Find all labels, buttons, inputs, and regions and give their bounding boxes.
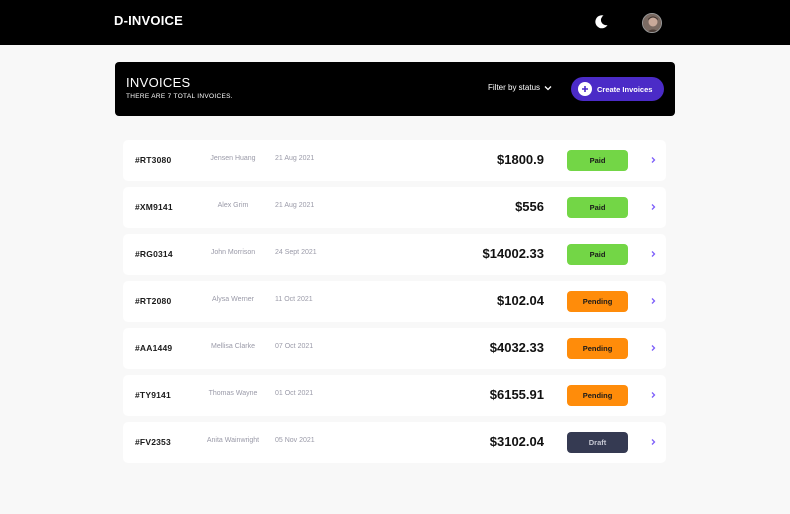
invoice-id: #RT2080	[135, 296, 172, 306]
invoice-row[interactable]: #XM9141 Alex Grim 21 Aug 2021 $556 Paid	[123, 187, 666, 228]
brand-logo[interactable]: D-INVOICE	[114, 13, 183, 28]
invoice-row[interactable]: #TY9141 Thomas Wayne 01 Oct 2021 $6155.9…	[123, 375, 666, 416]
client-name: Alex Grim	[217, 202, 249, 209]
invoice-id: #FV2353	[135, 437, 171, 447]
status-badge: Pending	[567, 385, 628, 406]
status-badge: Paid	[567, 197, 628, 218]
due-date: 21 Aug 2021	[275, 155, 315, 162]
invoices-header: INVOICES THERE ARE 7 TOTAL INVOICES. Fil…	[115, 62, 675, 116]
filter-label: Filter by status	[488, 83, 541, 92]
client-name: Jensen Huang	[210, 155, 256, 162]
create-invoice-button[interactable]: Create Invoices	[571, 77, 664, 101]
invoice-id: #RG0314	[135, 249, 173, 259]
due-date: 05 Nov 2021	[275, 437, 315, 444]
invoice-row[interactable]: #RT3080 Jensen Huang 21 Aug 2021 $1800.9…	[123, 140, 666, 181]
due-date: 11 Oct 2021	[275, 296, 313, 303]
client-name: Alysa Werner	[212, 296, 254, 303]
chevron-right-icon	[651, 392, 656, 398]
chevron-right-icon	[651, 204, 656, 210]
invoice-count-text: THERE ARE 7 TOTAL INVOICES.	[126, 93, 233, 100]
avatar[interactable]	[642, 13, 662, 33]
client-name: Thomas Wayne	[208, 390, 258, 397]
invoice-amount: $3102.04	[489, 434, 544, 449]
client-name: John Morrison	[210, 249, 256, 256]
status-badge: Paid	[567, 150, 628, 171]
chevron-right-icon	[651, 439, 656, 445]
due-date: 21 Aug 2021	[275, 202, 315, 209]
chevron-right-icon	[651, 298, 656, 304]
filter-by-status-dropdown[interactable]: Filter by status	[488, 83, 552, 92]
chevron-right-icon	[651, 157, 656, 163]
due-date: 24 Sept 2021	[275, 249, 317, 256]
due-date: 07 Oct 2021	[275, 343, 314, 350]
status-badge: Pending	[567, 338, 628, 359]
invoice-amount: $6155.91	[489, 387, 544, 402]
create-invoice-label: Create Invoices	[597, 84, 653, 94]
moon-icon[interactable]	[593, 14, 609, 30]
top-navbar: D-INVOICE	[0, 0, 790, 45]
invoice-amount: $4032.33	[489, 340, 544, 355]
invoice-id: #XM9141	[135, 202, 173, 212]
invoice-id: #RT3080	[135, 155, 172, 165]
plus-icon	[578, 82, 592, 96]
invoice-amount: $1800.9	[497, 152, 544, 167]
status-badge: Pending	[567, 291, 628, 312]
page-title: INVOICES	[126, 75, 191, 90]
invoice-row[interactable]: #AA1449 Mellisa Clarke 07 Oct 2021 $4032…	[123, 328, 666, 369]
invoice-id: #AA1449	[135, 343, 173, 353]
invoice-amount: $14002.33	[482, 246, 544, 261]
invoice-row[interactable]: #FV2353 Anita Wainwright 05 Nov 2021 $31…	[123, 422, 666, 463]
invoice-amount: $556	[515, 199, 544, 214]
chevron-down-icon	[544, 85, 552, 90]
due-date: 01 Oct 2021	[275, 390, 314, 397]
invoice-row[interactable]: #RT2080 Alysa Werner 11 Oct 2021 $102.04…	[123, 281, 666, 322]
client-name: Mellisa Clarke	[211, 343, 255, 350]
client-name: Anita Wainwright	[206, 437, 260, 444]
invoice-row[interactable]: #RG0314 John Morrison 24 Sept 2021 $1400…	[123, 234, 666, 275]
chevron-right-icon	[651, 345, 656, 351]
chevron-right-icon	[651, 251, 656, 257]
invoice-amount: $102.04	[497, 293, 544, 308]
status-badge: Draft	[567, 432, 628, 453]
invoice-id: #TY9141	[135, 390, 171, 400]
status-badge: Paid	[567, 244, 628, 265]
